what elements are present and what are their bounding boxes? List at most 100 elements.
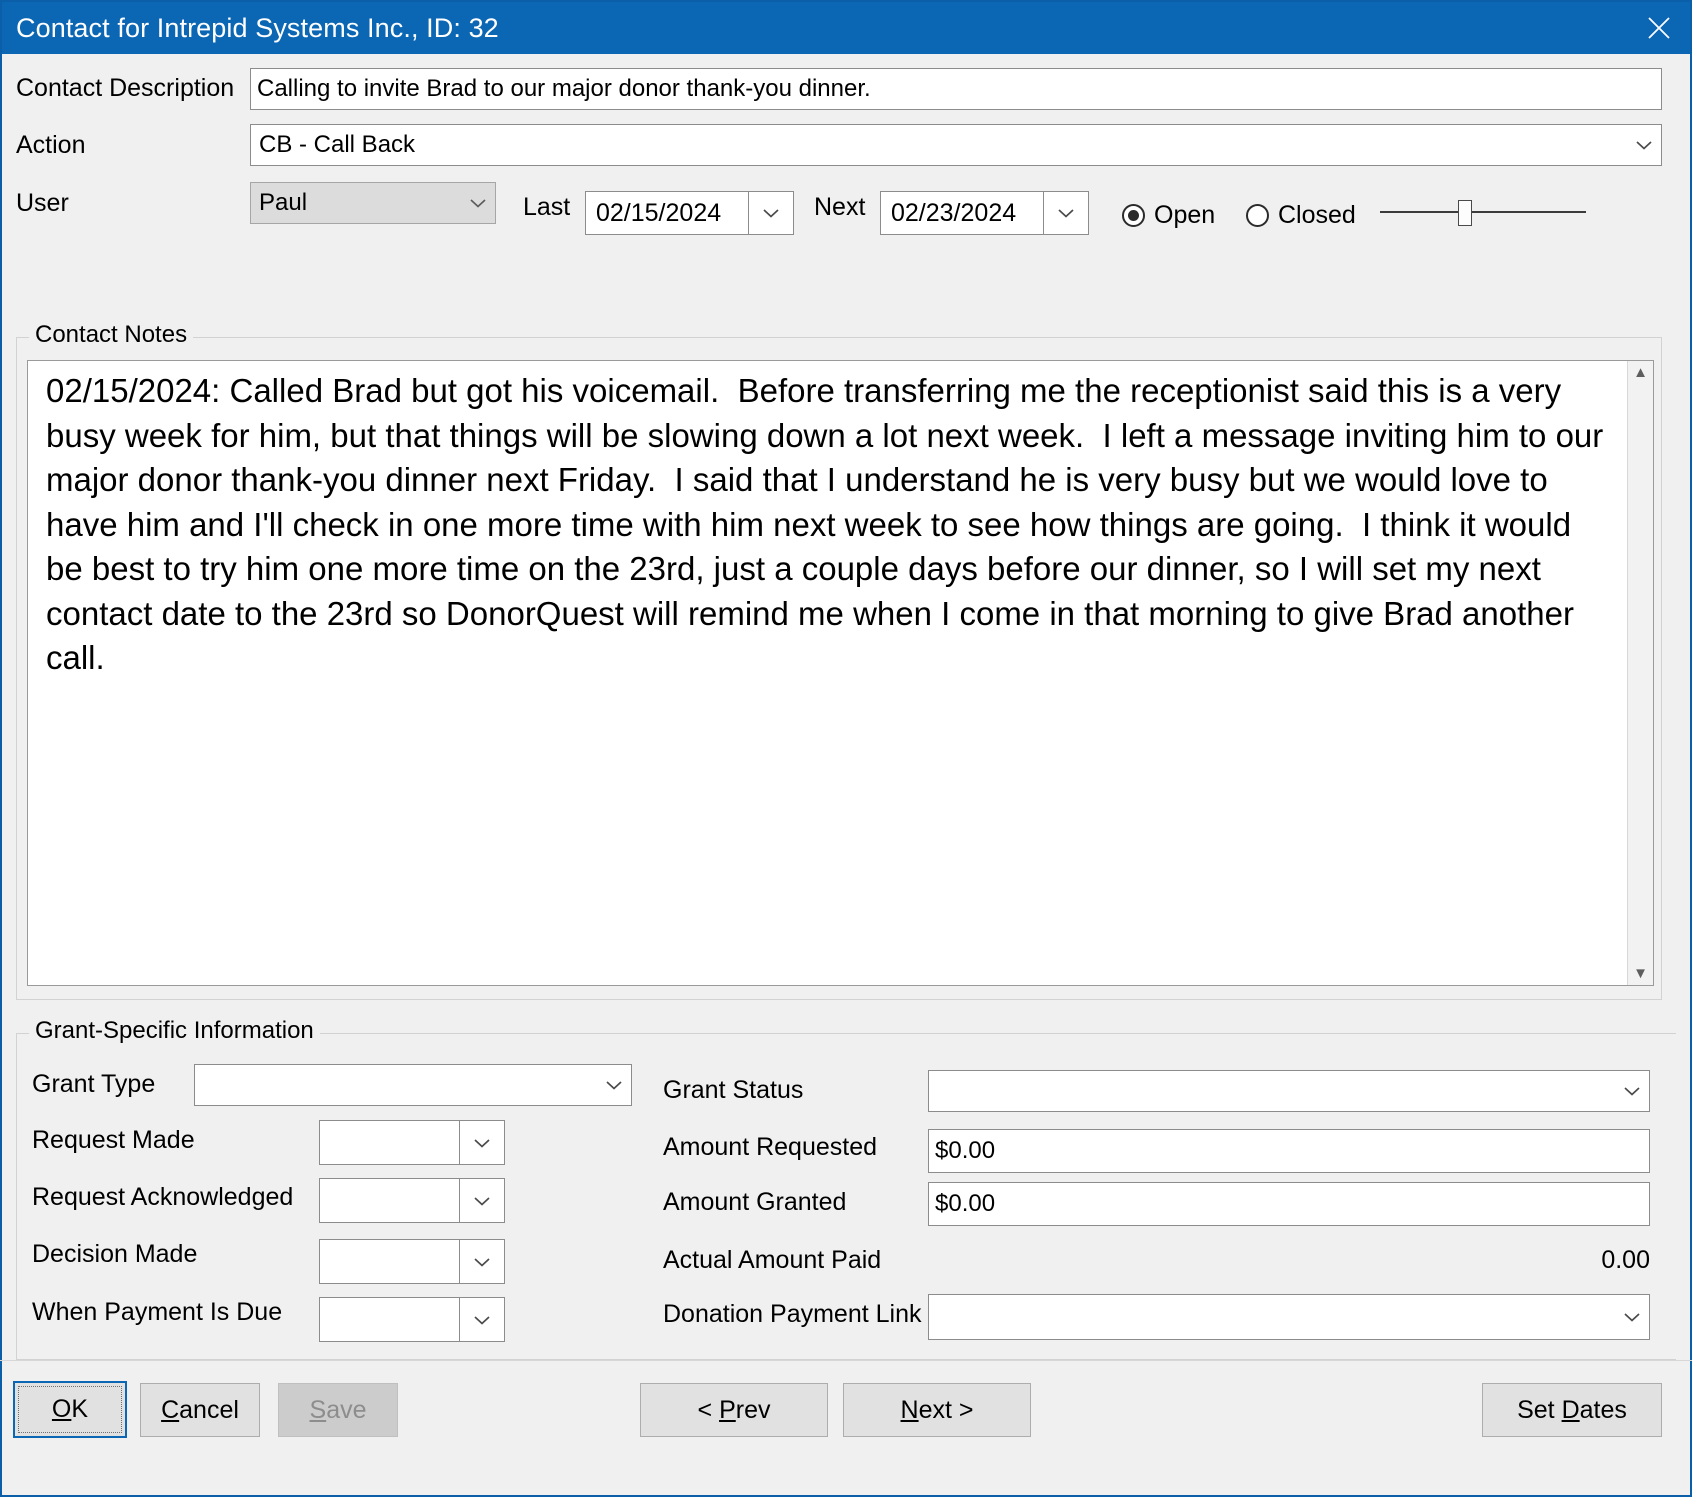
chevron-down-icon xyxy=(461,183,495,223)
user-combobox[interactable]: Paul xyxy=(250,182,496,224)
when-payment-is-due-dropdown-button[interactable] xyxy=(459,1297,505,1342)
action-combobox-value: CB - Call Back xyxy=(259,131,416,158)
chevron-down-icon xyxy=(1615,1295,1649,1339)
contact-description-label: Contact Description xyxy=(16,74,235,102)
chevron-down-icon xyxy=(597,1065,631,1105)
next-date-dropdown-button[interactable] xyxy=(1043,191,1089,235)
amount-requested-input[interactable]: $0.00 xyxy=(928,1129,1650,1173)
last-date-label: Last xyxy=(523,193,571,221)
user-combobox-value: Paul xyxy=(259,189,308,216)
contact-notes-field[interactable]: 02/15/2024: Called Brad but got his voic… xyxy=(27,360,1654,986)
window-title: Contact for Intrepid Systems Inc., ID: 3… xyxy=(16,12,499,43)
decision-made-date-picker[interactable] xyxy=(319,1239,505,1284)
request-made-value xyxy=(319,1120,459,1165)
radio-unselected-icon xyxy=(1246,204,1269,227)
request-ack-label-wrap: Request Acknowledged xyxy=(32,1183,293,1212)
status-radio-closed[interactable]: Closed xyxy=(1246,201,1356,230)
when-payment-is-due-date-picker[interactable] xyxy=(319,1297,505,1342)
slider-thumb[interactable] xyxy=(1458,200,1472,226)
grant-type-label-wrap: Grant Type xyxy=(32,1070,155,1099)
actual-amount-paid-label: Actual Amount Paid xyxy=(663,1246,882,1274)
amount-granted-label: Amount Granted xyxy=(663,1188,847,1216)
user-label-wrap: User xyxy=(16,189,69,218)
next-date-label-wrap: Next xyxy=(814,193,865,222)
prev-button-label: < Prev xyxy=(697,1395,771,1424)
dialog-body: Contact Description Calling to invite Br… xyxy=(0,54,1692,1495)
grant-status-combobox-value xyxy=(929,1071,1615,1111)
contact-description-label-wrap: Contact Description xyxy=(16,74,234,103)
next-button[interactable]: Next > xyxy=(843,1383,1031,1437)
scroll-up-icon[interactable]: ▲ xyxy=(1633,365,1648,380)
next-date-value: 02/23/2024 xyxy=(880,191,1043,235)
request-acknowledged-dropdown-button[interactable] xyxy=(459,1178,505,1223)
donation-payment-link-label-wrap: Donation Payment Link xyxy=(663,1300,921,1329)
scroll-down-icon[interactable]: ▼ xyxy=(1633,966,1648,981)
cancel-button-label: Cancel xyxy=(161,1395,239,1424)
status-radio-open[interactable]: Open xyxy=(1122,201,1215,230)
request-made-dropdown-button[interactable] xyxy=(459,1120,505,1165)
contact-notes-legend: Contact Notes xyxy=(29,321,194,349)
priority-slider[interactable] xyxy=(1380,192,1586,232)
prev-button[interactable]: < Prev xyxy=(640,1383,828,1437)
amount-requested-label: Amount Requested xyxy=(663,1133,878,1161)
donation-payment-link-combobox[interactable] xyxy=(928,1294,1650,1340)
request-made-date-picker[interactable] xyxy=(319,1120,505,1165)
grant-info-legend: Grant-Specific Information xyxy=(29,1017,320,1045)
amount-granted-label-wrap: Amount Granted xyxy=(663,1188,846,1217)
contact-description-input[interactable]: Calling to invite Brad to our major dono… xyxy=(250,68,1662,110)
last-date-dropdown-button[interactable] xyxy=(748,191,794,235)
amount-granted-input[interactable]: $0.00 xyxy=(928,1182,1650,1226)
last-date-picker[interactable]: 02/15/2024 xyxy=(585,191,794,235)
grant-status-combobox[interactable] xyxy=(928,1070,1650,1112)
action-combobox[interactable]: CB - Call Back xyxy=(250,124,1662,166)
ok-button[interactable]: OK xyxy=(13,1381,127,1438)
chevron-down-icon xyxy=(1627,125,1661,165)
when-payment-is-due-label: When Payment Is Due xyxy=(32,1298,283,1326)
when-payment-is-due-value xyxy=(319,1297,459,1342)
actual-amount-paid-value: 0.00 xyxy=(1601,1246,1650,1274)
decision-made-value xyxy=(319,1239,459,1284)
request-acknowledged-date-picker[interactable] xyxy=(319,1178,505,1223)
amount-requested-label-wrap: Amount Requested xyxy=(663,1133,877,1162)
grant-status-label: Grant Status xyxy=(663,1076,804,1104)
user-label: User xyxy=(16,189,69,217)
last-date-label-wrap: Last xyxy=(523,193,570,222)
next-date-picker[interactable]: 02/23/2024 xyxy=(880,191,1089,235)
set-dates-button-label: Set Dates xyxy=(1517,1395,1627,1424)
status-radio-closed-label: Closed xyxy=(1278,201,1356,229)
grant-type-combobox-value xyxy=(195,1065,597,1105)
request-acknowledged-value xyxy=(319,1178,459,1223)
request-acknowledged-label: Request Acknowledged xyxy=(32,1183,294,1211)
action-label-wrap: Action xyxy=(16,131,85,160)
contact-dialog: Contact for Intrepid Systems Inc., ID: 3… xyxy=(0,0,1692,1497)
status-radio-open-label: Open xyxy=(1154,201,1216,229)
save-button: Save xyxy=(278,1383,398,1437)
set-dates-button[interactable]: Set Dates xyxy=(1482,1383,1662,1437)
last-date-value: 02/15/2024 xyxy=(585,191,748,235)
chevron-down-icon xyxy=(1615,1071,1649,1111)
ok-button-label: OK xyxy=(51,1395,89,1423)
when-payment-due-label-wrap: When Payment Is Due xyxy=(32,1298,282,1327)
action-label: Action xyxy=(16,131,86,159)
decision-made-label: Decision Made xyxy=(32,1240,198,1268)
decision-made-dropdown-button[interactable] xyxy=(459,1239,505,1284)
contact-notes-text[interactable]: 02/15/2024: Called Brad but got his voic… xyxy=(28,361,1627,985)
actual-amount-paid-label-wrap: Actual Amount Paid xyxy=(663,1246,881,1275)
donation-payment-link-label: Donation Payment Link xyxy=(663,1300,922,1328)
grant-status-label-wrap: Grant Status xyxy=(663,1076,803,1105)
contact-notes-scrollbar[interactable]: ▲ ▼ xyxy=(1627,361,1653,985)
slider-track xyxy=(1380,211,1586,213)
request-made-label-wrap: Request Made xyxy=(32,1126,195,1155)
decision-made-label-wrap: Decision Made xyxy=(32,1240,197,1269)
grant-type-combobox[interactable] xyxy=(194,1064,632,1106)
next-date-label: Next xyxy=(814,193,866,221)
cancel-button[interactable]: Cancel xyxy=(140,1383,260,1437)
request-made-label: Request Made xyxy=(32,1126,195,1154)
title-bar: Contact for Intrepid Systems Inc., ID: 3… xyxy=(2,2,1690,54)
button-bar-divider xyxy=(0,1360,1692,1361)
save-button-label: Save xyxy=(309,1395,367,1424)
radio-selected-icon xyxy=(1122,204,1145,227)
close-icon[interactable] xyxy=(1628,3,1690,53)
donation-payment-link-value xyxy=(929,1295,1615,1339)
grant-type-label: Grant Type xyxy=(32,1070,156,1098)
